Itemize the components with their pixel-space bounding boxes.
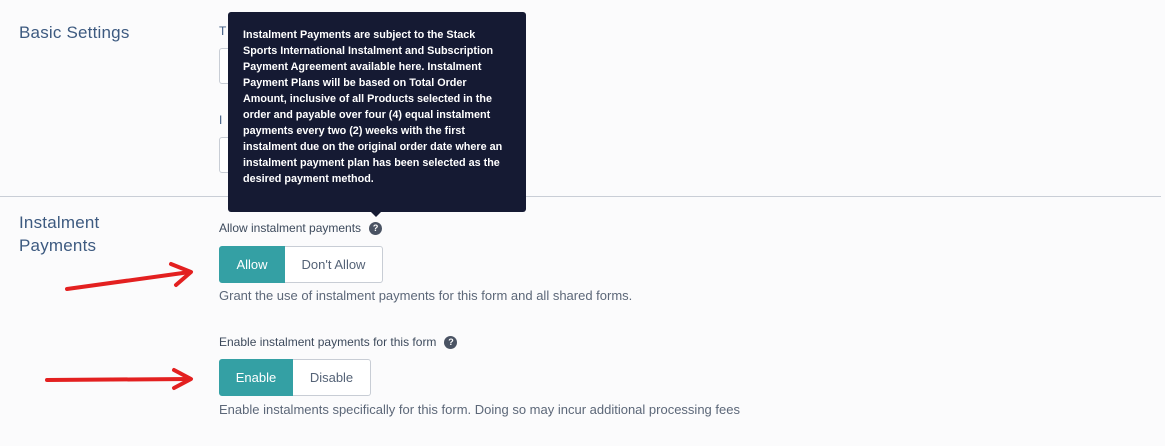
annotation-arrows xyxy=(45,262,193,390)
annotation-arrow-enable xyxy=(45,368,193,390)
annotation-arrow-allow xyxy=(65,262,193,291)
settings-page: Basic Settings T I Instalment Payments A… xyxy=(0,0,1165,446)
